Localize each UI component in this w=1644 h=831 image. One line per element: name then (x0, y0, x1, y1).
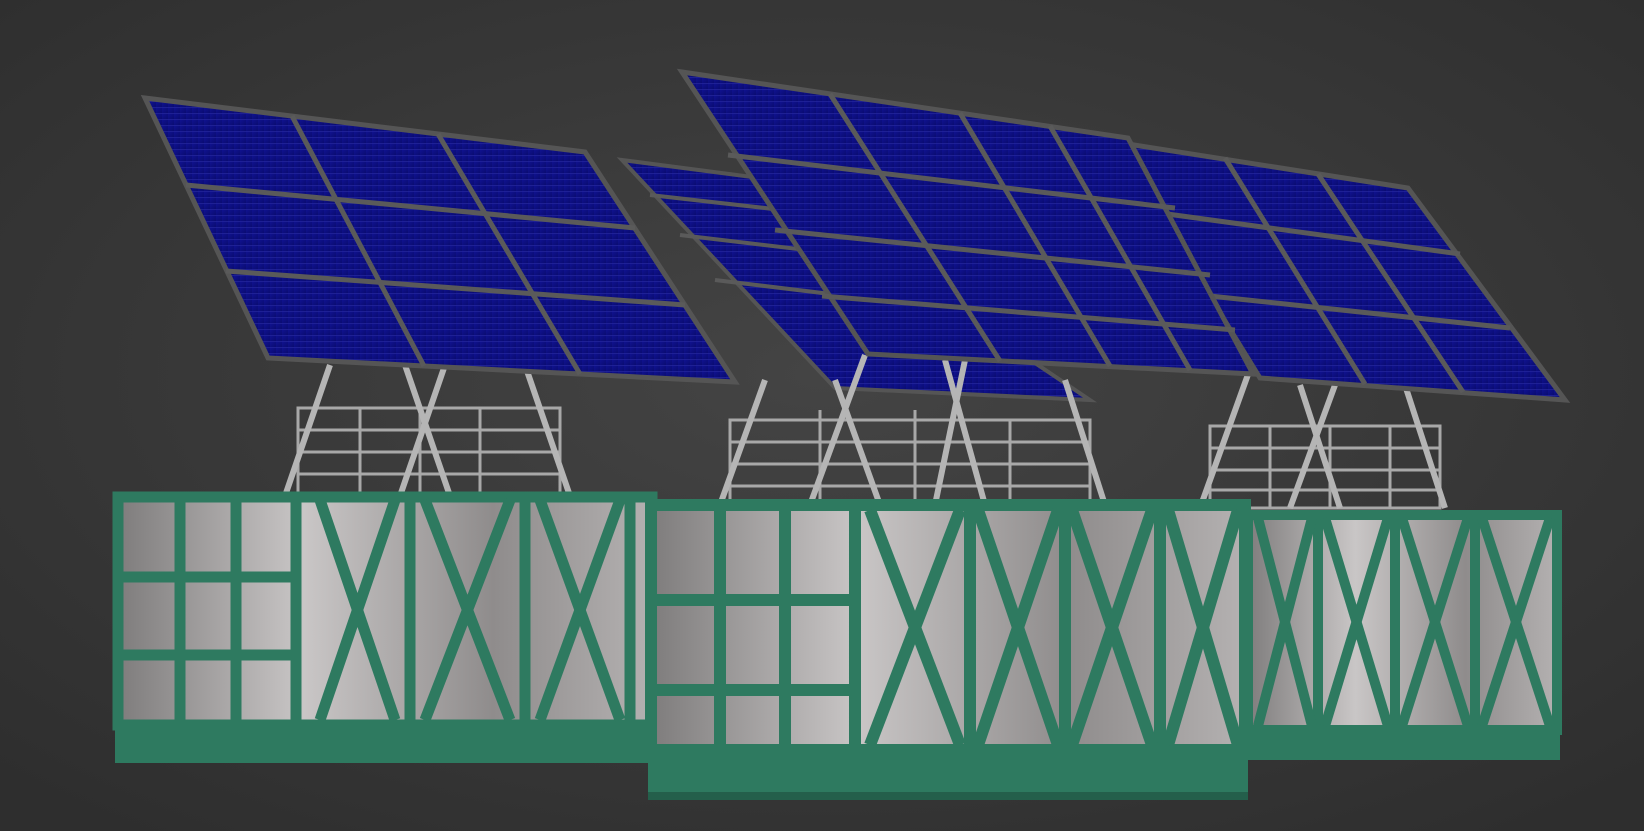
solar-tracker-render (0, 0, 1644, 831)
container-right (1243, 510, 1562, 760)
container-left (112, 491, 658, 763)
container-middle (645, 499, 1251, 800)
